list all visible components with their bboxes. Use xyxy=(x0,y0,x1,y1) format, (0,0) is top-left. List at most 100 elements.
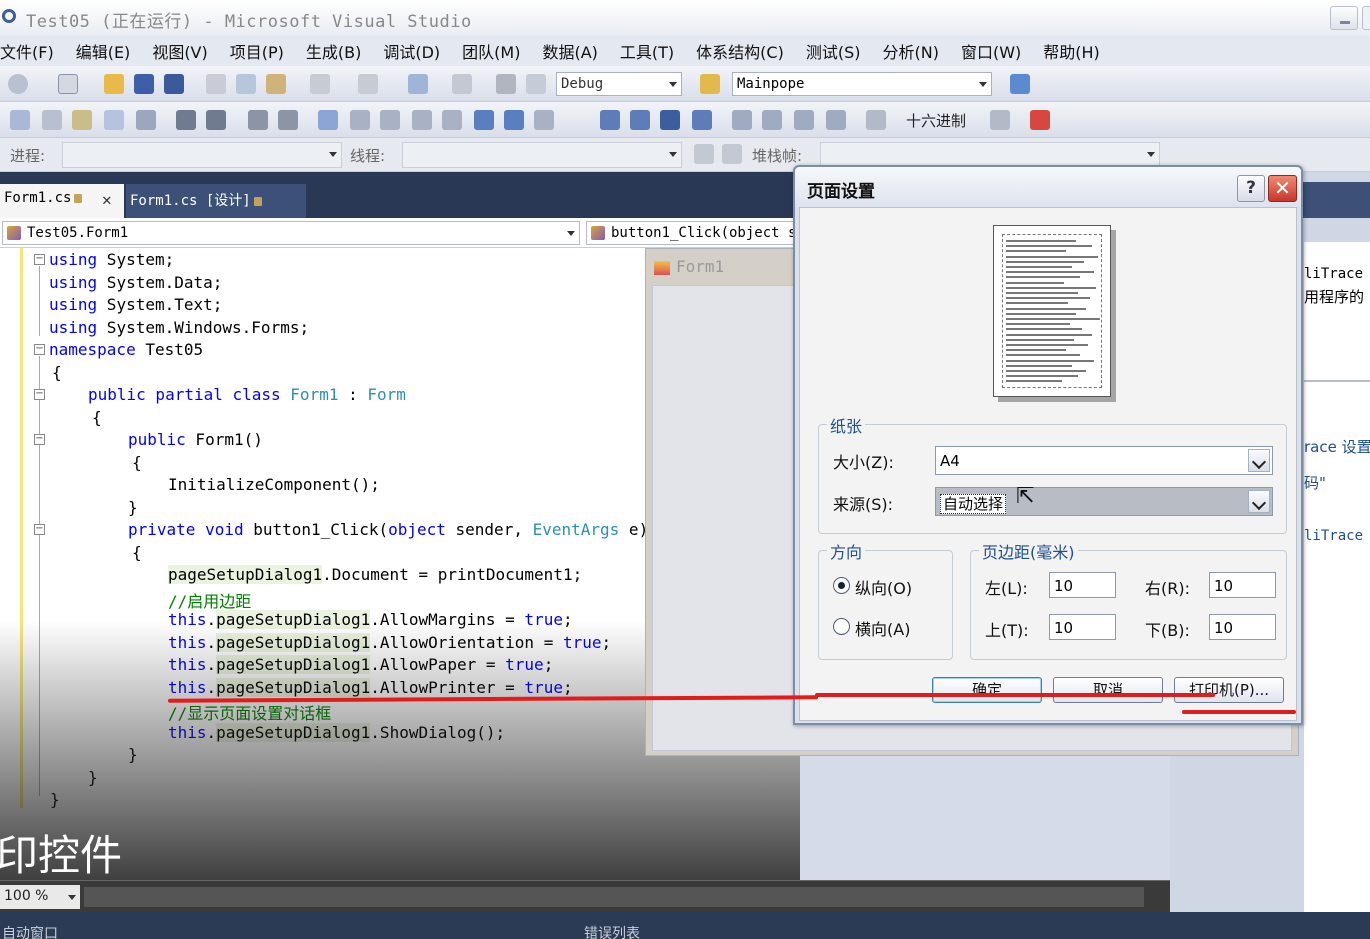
align-icon[interactable] xyxy=(42,110,62,130)
help-button[interactable]: ? xyxy=(1237,175,1265,202)
menu-debug[interactable]: 调试(D) xyxy=(383,39,440,63)
continue-icon[interactable] xyxy=(600,110,620,130)
outdent-icon[interactable] xyxy=(206,110,226,130)
format-icon[interactable] xyxy=(72,110,92,130)
menu-help[interactable]: 帮助(H) xyxy=(1043,39,1100,63)
tab-form1-design[interactable]: Form1.cs [设计] xyxy=(126,184,306,218)
right-margin-input[interactable]: 10 xyxy=(1209,572,1276,598)
menu-project[interactable]: 项目(P) xyxy=(230,39,284,63)
attach-process-icon[interactable] xyxy=(526,74,546,94)
close-icon[interactable]: ✕ xyxy=(102,190,112,209)
indent-icon[interactable] xyxy=(176,110,196,130)
font-icon[interactable] xyxy=(104,110,124,130)
portrait-label[interactable]: 纵向(O) xyxy=(855,575,912,599)
show-next-statement-icon[interactable] xyxy=(732,110,752,130)
printer-button[interactable]: 打印机(P)... xyxy=(1174,677,1284,703)
cancel-button[interactable]: 取消 xyxy=(1053,677,1163,703)
breakpoint-window-icon[interactable] xyxy=(534,110,554,130)
menu-data[interactable]: 数据(A) xyxy=(542,39,597,63)
error-list-tab[interactable]: 错误列表 xyxy=(584,923,640,939)
step-forward-icon[interactable] xyxy=(504,110,524,130)
minimize-button[interactable] xyxy=(1330,6,1358,30)
menu-view[interactable]: 视图(V) xyxy=(152,39,207,63)
process-combo[interactable] xyxy=(62,142,342,168)
stop-icon[interactable] xyxy=(660,110,680,130)
collapse-toggle[interactable]: − xyxy=(34,254,45,265)
class-combo[interactable]: Test05.Form1 xyxy=(2,221,580,245)
undo-icon[interactable] xyxy=(310,74,330,94)
redo-icon[interactable] xyxy=(358,74,378,94)
flag-thread-icon[interactable] xyxy=(694,144,714,164)
bookmark-clear-icon[interactable] xyxy=(442,110,462,130)
collapse-toggle[interactable]: − xyxy=(34,434,45,445)
bottom-margin-input[interactable]: 10 xyxy=(1209,614,1276,640)
panel-link[interactable]: race 设置 xyxy=(1304,436,1370,457)
pause-icon[interactable] xyxy=(630,110,650,130)
horizontal-scrollbar[interactable] xyxy=(84,887,1144,907)
portrait-radio[interactable] xyxy=(833,577,850,594)
thread-icon[interactable] xyxy=(990,110,1010,130)
list-icon[interactable] xyxy=(136,110,156,130)
find-combo[interactable]: Mainpope xyxy=(732,72,992,96)
bookmark-icon[interactable] xyxy=(318,110,338,130)
step-over-icon[interactable] xyxy=(794,110,814,130)
save-icon[interactable] xyxy=(134,74,154,94)
flag-all-threads-icon[interactable] xyxy=(722,144,742,164)
hexadecimal-toggle[interactable]: 十六进制 xyxy=(906,110,966,131)
panel-link[interactable]: liTrace xyxy=(1304,528,1363,544)
landscape-radio[interactable] xyxy=(833,618,850,635)
member-combo[interactable]: button1_Click(object sender, EventArgs e… xyxy=(586,221,800,245)
navigate-forward-icon[interactable] xyxy=(452,74,472,94)
chevron-down-icon[interactable] xyxy=(1248,449,1270,472)
zoom-combo[interactable]: 100 % xyxy=(0,885,80,909)
top-margin-input[interactable]: 10 xyxy=(1049,614,1116,640)
navigate-backward-icon[interactable] xyxy=(408,74,428,94)
close-button[interactable]: ✕ xyxy=(1268,175,1297,202)
panel-link[interactable]: 码" xyxy=(1304,472,1326,493)
solution-explorer-icon[interactable] xyxy=(1010,74,1030,94)
chevron-down-icon[interactable] xyxy=(1248,490,1270,513)
solution-configuration-combo[interactable]: Debug xyxy=(556,72,682,96)
menu-edit[interactable]: 编辑(E) xyxy=(76,39,131,63)
paper-size-select[interactable]: A4 xyxy=(935,446,1273,475)
menu-analyze[interactable]: 分析(N) xyxy=(883,39,939,63)
collapse-toggle[interactable]: − xyxy=(34,524,45,535)
properties-icon[interactable] xyxy=(10,110,30,130)
save-all-icon[interactable] xyxy=(164,74,184,94)
menu-architecture[interactable]: 体系结构(C) xyxy=(696,39,784,63)
open-file-icon[interactable] xyxy=(104,74,124,94)
landscape-label[interactable]: 横向(A) xyxy=(855,616,910,640)
menu-tools[interactable]: 工具(T) xyxy=(620,39,674,63)
thread-combo[interactable] xyxy=(402,142,682,168)
collapse-toggle[interactable]: − xyxy=(34,344,45,355)
start-debugging-icon[interactable] xyxy=(496,74,516,94)
menu-test[interactable]: 测试(S) xyxy=(806,39,861,63)
new-project-icon[interactable] xyxy=(8,74,28,94)
bookmark-folder-icon[interactable] xyxy=(412,110,432,130)
paste-icon[interactable] xyxy=(266,74,286,94)
bookmark-prev-icon[interactable] xyxy=(350,110,370,130)
find-in-files-icon[interactable] xyxy=(700,74,720,94)
ok-button[interactable]: 确定 xyxy=(932,677,1042,703)
add-item-icon[interactable] xyxy=(58,74,78,94)
auto-window-tab[interactable]: 自动窗口 xyxy=(2,923,58,939)
menu-team[interactable]: 团队(M) xyxy=(462,39,520,63)
breakpoints-icon[interactable] xyxy=(1030,110,1050,130)
left-margin-input[interactable]: 10 xyxy=(1049,572,1116,598)
menu-file[interactable]: 文件(F) xyxy=(0,39,54,63)
collapse-toggle[interactable]: − xyxy=(34,389,45,400)
menu-build[interactable]: 生成(B) xyxy=(306,39,361,63)
bookmark-next-icon[interactable] xyxy=(380,110,400,130)
maximize-button[interactable] xyxy=(1362,6,1370,30)
comment-icon[interactable] xyxy=(248,110,268,130)
step-out-icon[interactable] xyxy=(826,110,846,130)
step-into-icon[interactable] xyxy=(762,110,782,130)
quick-watch-icon[interactable] xyxy=(866,110,886,130)
copy-icon[interactable] xyxy=(236,74,256,94)
cut-icon[interactable] xyxy=(206,74,226,94)
paper-source-select[interactable]: 自动选择 ⇱ xyxy=(935,484,1273,516)
uncomment-icon[interactable] xyxy=(278,110,298,130)
restart-icon[interactable] xyxy=(692,110,712,130)
step-back-icon[interactable] xyxy=(474,110,494,130)
tab-form1-cs[interactable]: Form1.cs ✕ xyxy=(0,184,124,218)
